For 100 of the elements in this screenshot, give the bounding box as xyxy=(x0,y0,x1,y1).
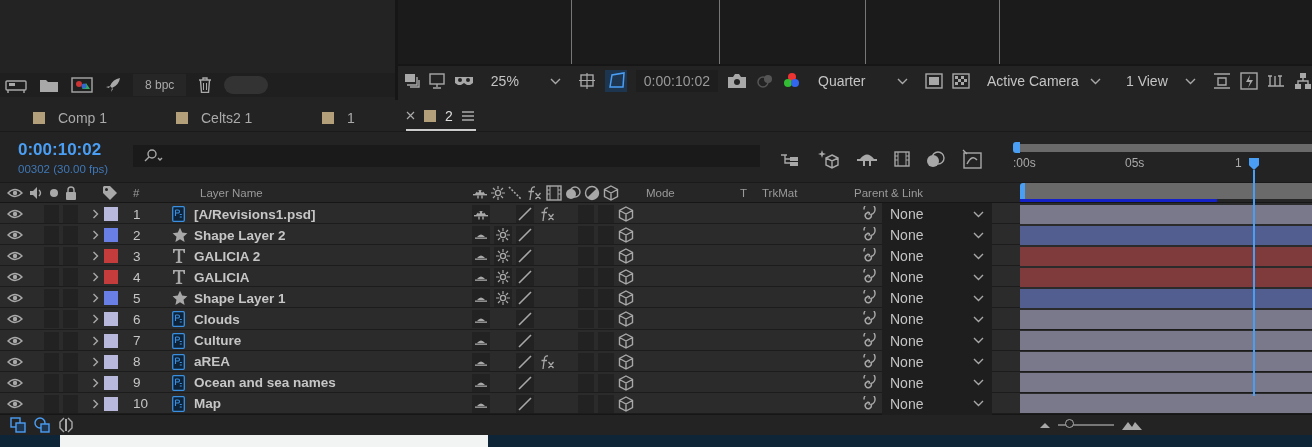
parent-dropdown[interactable]: None xyxy=(882,287,992,310)
label-color-swatch[interactable] xyxy=(104,354,118,369)
layer-row[interactable]: 3 GALICIA 2 None xyxy=(0,245,1312,267)
chevron-icon[interactable] xyxy=(92,377,99,388)
cube-icon[interactable] xyxy=(618,290,634,307)
layer-name[interactable]: aREA xyxy=(190,354,230,370)
photoshop-file-icon[interactable] xyxy=(172,395,185,412)
pick-whip-icon[interactable] xyxy=(860,290,876,307)
layer-duration-bar[interactable] xyxy=(1020,373,1312,393)
chevron-icon[interactable] xyxy=(92,293,99,304)
layer-duration-bar[interactable] xyxy=(1020,331,1312,351)
column-header[interactable]: # xyxy=(124,186,140,199)
cube-icon[interactable] xyxy=(618,332,634,349)
speaker-icon[interactable] xyxy=(29,185,43,200)
photoshop-file-icon[interactable] xyxy=(172,206,185,222)
quality-slash-icon[interactable] xyxy=(517,206,533,222)
eye-icon[interactable] xyxy=(7,187,23,198)
layer-duration-bar[interactable] xyxy=(1020,394,1312,414)
parent-dropdown[interactable]: None xyxy=(882,371,992,394)
eye-icon[interactable] xyxy=(7,314,23,325)
cube-icon[interactable] xyxy=(618,395,634,412)
trash-icon[interactable] xyxy=(198,77,213,93)
eye-icon[interactable] xyxy=(7,335,23,346)
eye-icon[interactable] xyxy=(7,272,23,283)
quality-slash-icon[interactable] xyxy=(517,248,533,265)
playhead[interactable] xyxy=(1249,158,1259,396)
composition-tab[interactable]: 2 xyxy=(406,102,476,131)
timeline-link-icon[interactable] xyxy=(1267,72,1285,90)
sun-icon[interactable] xyxy=(496,249,510,264)
render-rocket-icon[interactable] xyxy=(105,77,121,93)
chevron-icon[interactable] xyxy=(92,209,99,219)
chevron-icon[interactable] xyxy=(92,335,99,346)
layer-duration-bar[interactable] xyxy=(1020,204,1312,224)
mask-path-icon[interactable] xyxy=(604,70,627,92)
text-layer-icon[interactable] xyxy=(172,248,186,265)
label-color-swatch[interactable] xyxy=(104,333,118,348)
region-of-interest-icon[interactable] xyxy=(925,73,943,89)
layer-row[interactable]: 8 aREA None xyxy=(0,350,1312,372)
folder-icon[interactable] xyxy=(39,77,59,93)
chevron-icon[interactable] xyxy=(92,398,99,409)
layer-name[interactable]: [A/Revisions1.psd] xyxy=(190,206,316,222)
frame-blend-icon[interactable] xyxy=(546,184,562,201)
column-header[interactable]: TrkMat xyxy=(762,186,798,199)
current-time[interactable]: 0:00:10:02 xyxy=(18,140,133,160)
lock-icon[interactable] xyxy=(65,185,77,200)
layer-name[interactable]: Shape Layer 2 xyxy=(190,227,286,243)
eye-icon[interactable] xyxy=(7,209,23,219)
layer-row[interactable]: 2 Shape Layer 2 None xyxy=(0,224,1312,246)
layer-name[interactable]: GALICIA xyxy=(190,269,250,285)
motion-blur-icon[interactable] xyxy=(565,184,581,201)
pick-whip-icon[interactable] xyxy=(860,206,876,222)
label-color-swatch[interactable] xyxy=(104,291,118,306)
pick-whip-icon[interactable] xyxy=(860,248,876,265)
quality-slash-icon[interactable] xyxy=(517,332,533,349)
composition-tab[interactable]: 1 xyxy=(322,104,406,131)
label-color-swatch[interactable] xyxy=(104,312,118,327)
adjustment-icon[interactable] xyxy=(584,184,600,201)
color-channels-icon[interactable] xyxy=(783,72,801,90)
parent-dropdown[interactable]: None xyxy=(882,392,992,415)
new-composition-icon[interactable] xyxy=(71,77,93,93)
eye-icon[interactable] xyxy=(7,251,23,262)
bit-depth-button[interactable]: 8 bpc xyxy=(133,74,187,96)
camera-snapshot-icon[interactable] xyxy=(727,73,747,89)
layer-name[interactable]: Ocean and sea names xyxy=(190,375,336,391)
composition-tab[interactable]: Celts2 1 xyxy=(176,104,322,131)
pick-whip-icon[interactable] xyxy=(860,374,876,391)
cube-icon[interactable] xyxy=(618,353,634,370)
layer-name[interactable]: GALICIA 2 xyxy=(190,248,261,264)
label-color-swatch[interactable] xyxy=(104,249,118,264)
layer-row[interactable]: 4 GALICIA None xyxy=(0,266,1312,288)
toggle-switches-icon[interactable] xyxy=(10,416,26,433)
frame-blend-icon[interactable] xyxy=(894,151,910,167)
parent-dropdown[interactable]: None xyxy=(882,308,992,331)
pick-whip-icon[interactable] xyxy=(860,332,876,349)
pick-whip-icon[interactable] xyxy=(860,269,876,286)
layer-duration-bar[interactable] xyxy=(1020,352,1312,372)
search-field[interactable] xyxy=(133,145,760,167)
parent-dropdown[interactable]: None xyxy=(882,203,992,225)
stacked-frames-icon[interactable] xyxy=(403,73,420,89)
motion-blur-icon[interactable] xyxy=(508,185,522,200)
quality-slash-icon[interactable] xyxy=(517,311,533,328)
layer-duration-bar[interactable] xyxy=(1020,309,1312,329)
transparency-grid-icon[interactable] xyxy=(952,73,970,89)
layer-row[interactable]: 5 Shape Layer 1 None xyxy=(0,287,1312,309)
parent-dropdown[interactable]: None xyxy=(882,350,992,373)
zoom-out-icon[interactable] xyxy=(1040,421,1050,428)
cube-icon[interactable] xyxy=(618,269,634,286)
column-header[interactable]: Parent & Link xyxy=(850,186,924,199)
layer-name[interactable]: Shape Layer 1 xyxy=(190,290,286,306)
layer-row[interactable]: 10 Map None xyxy=(0,392,1312,414)
label-color-swatch[interactable] xyxy=(104,207,118,221)
eye-icon[interactable] xyxy=(7,398,23,409)
label-color-swatch[interactable] xyxy=(104,228,118,243)
cube-icon[interactable] xyxy=(603,184,619,201)
cube-icon[interactable] xyxy=(618,227,634,244)
layer-name[interactable]: Culture xyxy=(190,333,242,349)
toggle-pixel-icon[interactable] xyxy=(1213,72,1231,90)
interpret-footage-icon[interactable] xyxy=(5,77,27,93)
sun-icon[interactable] xyxy=(496,291,510,306)
layer-name[interactable]: Clouds xyxy=(190,311,240,327)
